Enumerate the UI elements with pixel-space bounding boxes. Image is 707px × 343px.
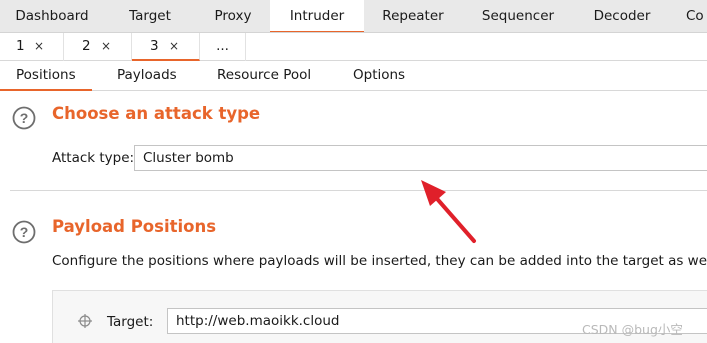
red-arrow-annotation	[421, 180, 476, 243]
